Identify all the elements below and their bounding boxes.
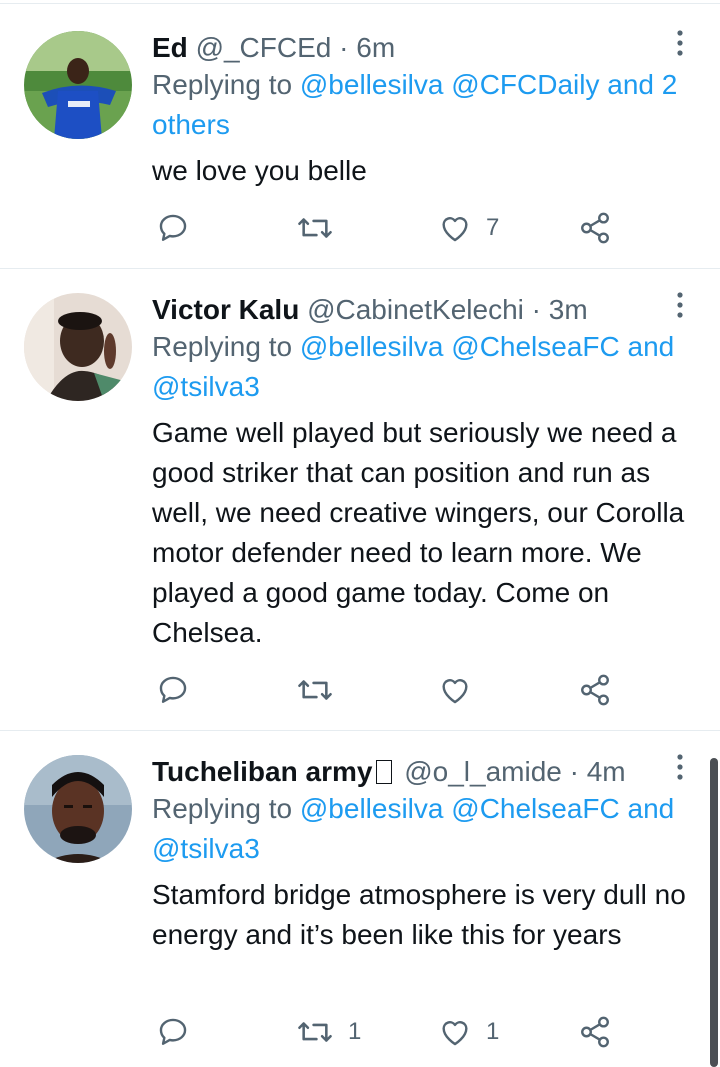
tweet-header: Tucheliban army @o_l_amide · 4m (152, 752, 626, 792)
share-button[interactable] (578, 1014, 612, 1050)
like-button[interactable] (438, 672, 486, 708)
mention-link[interactable]: @CFCDaily (451, 69, 599, 100)
share-icon (581, 1016, 609, 1048)
more-vertical-icon[interactable] (670, 291, 690, 321)
mention-link[interactable]: @bellesilva (300, 793, 444, 824)
user-handle[interactable]: @_CFCEd (196, 32, 332, 63)
replying-to: Replying to @bellesilva @CFCDaily and 2 … (152, 65, 712, 145)
avatar[interactable] (24, 293, 132, 401)
avatar[interactable] (24, 755, 132, 863)
display-name[interactable]: Ed (152, 32, 188, 63)
tweet-divider (0, 730, 720, 731)
timestamp[interactable]: 4m (587, 756, 626, 787)
share-icon (581, 212, 609, 244)
reply-icon (159, 214, 187, 241)
tweet-tucheliban-army[interactable]: Tucheliban army @o_l_amide · 4m Replying… (0, 752, 720, 1067)
separator-dot: · (339, 32, 349, 63)
retweet-button[interactable] (296, 210, 348, 246)
emoji-placeholder-icon (376, 760, 393, 784)
like-button[interactable]: 1 (438, 1014, 499, 1050)
heart-icon (442, 679, 468, 704)
top-divider (0, 3, 720, 4)
timestamp[interactable]: 3m (549, 294, 588, 325)
user-handle[interactable]: @CabinetKelechi (307, 294, 524, 325)
retweet-button[interactable]: 1 (296, 1014, 361, 1050)
mention-link[interactable]: @bellesilva (300, 69, 444, 100)
separator-dot: · (531, 294, 541, 325)
mention-conjunction: and (627, 793, 675, 824)
scrollbar[interactable] (710, 758, 718, 1067)
reply-icon (159, 1018, 187, 1045)
replying-to: Replying to @bellesilva @ChelseaFC and @… (152, 789, 712, 869)
more-vertical-icon[interactable] (670, 29, 690, 59)
replying-to-label: Replying to (152, 331, 293, 362)
like-button[interactable]: 7 (438, 210, 499, 246)
mention-link[interactable]: @tsilva3 (152, 371, 260, 402)
tweet-divider (0, 268, 720, 269)
reply-button[interactable] (156, 210, 204, 246)
tweet-text: Stamford bridge atmosphere is very dull … (152, 879, 686, 950)
mention-conjunction: and (627, 331, 675, 362)
replying-to-label: Replying to (152, 793, 293, 824)
tweet-text: we love you belle (152, 155, 367, 186)
like-count: 7 (486, 214, 500, 241)
like-count: 1 (486, 1018, 500, 1045)
display-name[interactable]: Victor Kalu (152, 294, 299, 325)
share-button[interactable] (578, 672, 612, 708)
tweet-header: Ed @_CFCEd · 6m (152, 28, 395, 68)
heart-icon (442, 1021, 468, 1046)
tweet-ed[interactable]: Ed @_CFCEd · 6m Replying to @bellesilva … (0, 28, 720, 268)
mention-link[interactable]: @tsilva3 (152, 833, 260, 864)
display-name[interactable]: Tucheliban army (152, 756, 372, 787)
retweet-count: 1 (348, 1018, 362, 1045)
retweet-icon (298, 218, 332, 238)
user-handle[interactable]: @o_l_amide (404, 756, 562, 787)
replying-to: Replying to @bellesilva @ChelseaFC and @… (152, 327, 712, 407)
more-vertical-icon[interactable] (670, 753, 690, 783)
share-button[interactable] (578, 210, 612, 246)
reply-icon (159, 676, 187, 703)
timestamp[interactable]: 6m (356, 32, 395, 63)
retweet-icon (298, 680, 332, 700)
tweet-text: Game well played but seriously we need a… (152, 417, 685, 648)
reply-button[interactable] (156, 1014, 204, 1050)
retweet-icon (298, 1022, 332, 1042)
tweet-victor-kalu[interactable]: Victor Kalu @CabinetKelechi · 3m Replyin… (0, 290, 720, 730)
retweet-button[interactable] (296, 672, 348, 708)
mention-link[interactable]: @ChelseaFC (451, 331, 619, 362)
tweet-header: Victor Kalu @CabinetKelechi · 3m (152, 290, 588, 330)
mention-link[interactable]: @bellesilva (300, 331, 444, 362)
reply-button[interactable] (156, 672, 204, 708)
avatar[interactable] (24, 31, 132, 139)
heart-icon (442, 217, 468, 242)
replying-to-label: Replying to (152, 69, 293, 100)
separator-dot: · (569, 756, 579, 787)
mention-link[interactable]: @ChelseaFC (451, 793, 619, 824)
share-icon (581, 674, 609, 706)
